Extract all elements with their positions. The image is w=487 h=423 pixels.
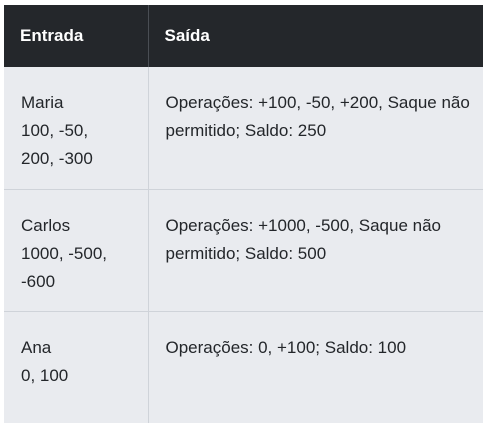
input-cell: Maria 100, -50, 200, -300: [4, 67, 149, 190]
io-table-container: Entrada Saída Maria 100, -50, 200, -300 …: [4, 5, 483, 423]
output-cell: Operações: 0, +100; Saldo: 100: [165, 337, 407, 357]
input-values: 100, -50,: [21, 121, 89, 140]
input-values: 0, 100: [21, 365, 69, 385]
table-row: Ana 0, 100 Operações: 0, +100; Saldo: 10…: [4, 311, 483, 423]
input-values: -600: [21, 271, 56, 291]
table-row: Maria 100, -50, 200, -300 Operações: +10…: [4, 67, 483, 190]
io-table: Entrada Saída Maria 100, -50, 200, -300 …: [4, 5, 483, 423]
table-row: Carlos 1000, -500, -600 Operações: +1000…: [4, 189, 483, 312]
input-name: Carlos: [21, 215, 71, 235]
output-cell: Operações: +100, -50, +200, Saque não pe…: [148, 67, 483, 190]
input-name: Ana: [21, 337, 52, 357]
input-values: 1000, -500,: [21, 243, 108, 263]
header-entrada: Entrada: [4, 5, 149, 67]
input-values: 200, -300: [21, 149, 93, 168]
table-header-row: Entrada Saída: [4, 5, 483, 67]
header-saida: Saída: [164, 26, 210, 45]
input-cell: Ana 0, 100: [4, 311, 149, 423]
output-cell: Operações: +1000, -500, Saque não permit…: [148, 189, 483, 312]
input-name: Maria: [21, 93, 64, 112]
input-cell: Carlos 1000, -500, -600: [4, 189, 149, 312]
